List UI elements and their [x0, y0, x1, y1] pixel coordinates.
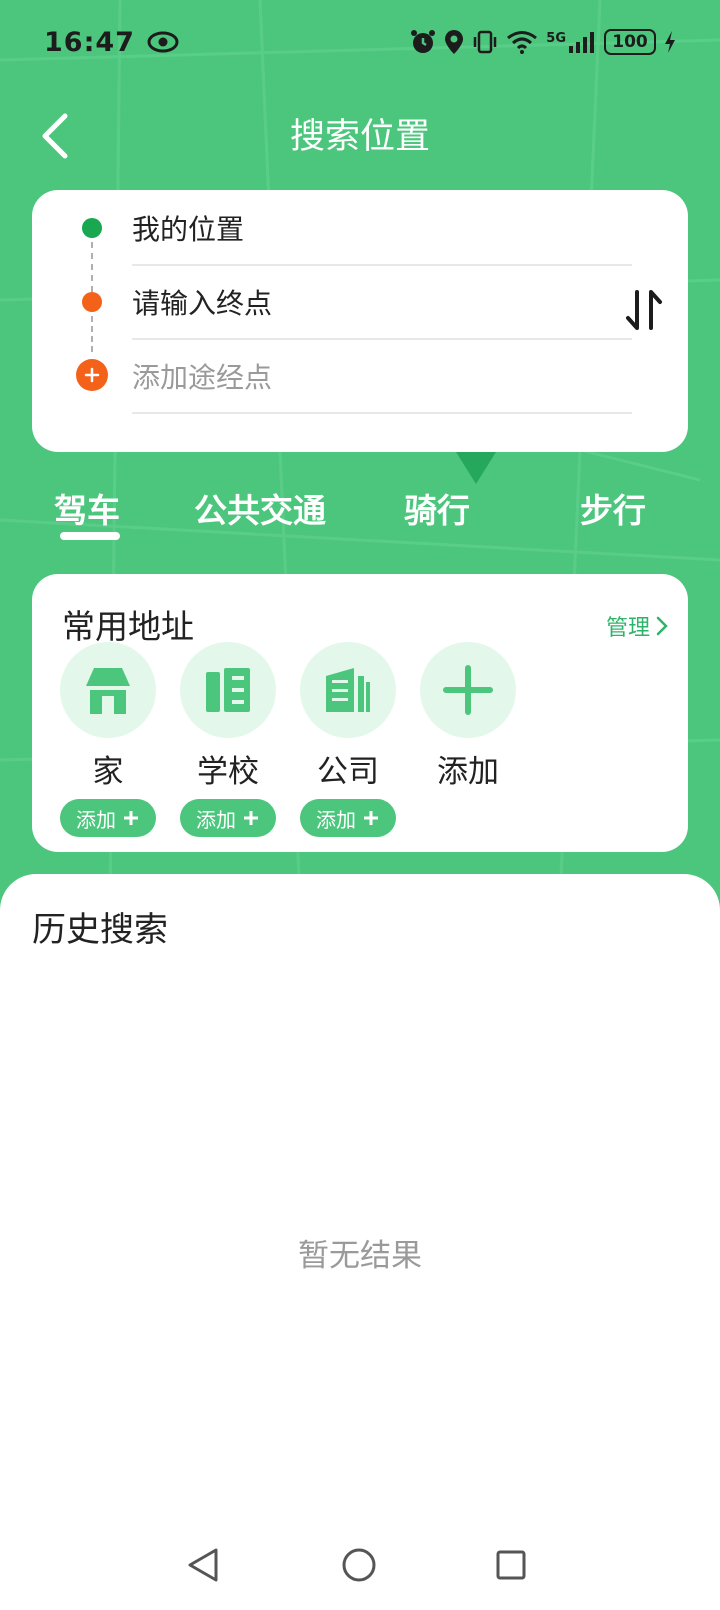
circle-home-icon — [342, 1548, 376, 1582]
add-waypoint-icon[interactable] — [76, 359, 108, 391]
tab-walking[interactable]: 步行 — [580, 484, 646, 532]
add-home-button[interactable]: 添加 — [60, 799, 156, 837]
start-location-row[interactable]: 我的位置 — [32, 190, 632, 266]
vibrate-icon — [474, 30, 497, 54]
manage-label: 管理 — [605, 616, 650, 641]
end-dot-icon — [82, 292, 102, 312]
tab-public-transit[interactable]: 公共交通 — [194, 484, 326, 532]
add-company-button[interactable]: 添加 — [300, 799, 396, 837]
add-school-button[interactable]: 添加 — [180, 799, 276, 837]
system-nav-bar — [0, 1520, 720, 1610]
battery-indicator: 100 — [604, 29, 656, 55]
charging-icon — [665, 31, 675, 53]
plus-icon — [364, 811, 378, 825]
status-icons: 5G 100 — [410, 29, 676, 55]
swap-button[interactable] — [616, 280, 672, 340]
status-bar: 16:47 5G 100 — [0, 0, 720, 84]
travel-mode-tabs: 驾车 公共交通 骑行 步行 — [0, 470, 720, 550]
favorite-company[interactable]: 公司 添加 — [298, 642, 398, 837]
wifi-icon — [507, 31, 538, 54]
status-time: 16:47 — [44, 26, 135, 58]
plus-icon — [124, 811, 138, 825]
route-card: 我的位置 请输入终点 添加途经点 — [32, 190, 688, 452]
header: 搜索位置 — [0, 96, 720, 176]
favorite-home-label: 家 — [92, 754, 124, 790]
history-panel: 历史搜索 暂无结果 — [0, 874, 720, 1610]
alarm-icon — [411, 30, 436, 53]
chevron-right-icon — [656, 616, 668, 636]
nav-recents-button[interactable] — [486, 1540, 536, 1590]
plus-icon — [84, 367, 100, 383]
favorites-title: 常用地址 — [62, 607, 194, 646]
nav-back-button[interactable] — [178, 1540, 228, 1590]
favorite-home[interactable]: 家 添加 — [58, 642, 158, 837]
signal-icon — [569, 32, 594, 53]
tab-driving[interactable]: 驾车 — [54, 484, 120, 532]
tab-cycling[interactable]: 骑行 — [404, 484, 470, 532]
add-school-label: 添加 — [196, 807, 236, 832]
eye-icon — [147, 31, 179, 53]
favorite-company-label: 公司 — [317, 754, 379, 790]
start-location-text: 我的位置 — [132, 213, 245, 246]
destination-input[interactable]: 请输入终点 — [132, 282, 272, 322]
nav-home-button[interactable] — [334, 1540, 384, 1590]
add-favorite[interactable]: 添加 — [418, 642, 518, 791]
battery-level: 100 — [612, 32, 648, 52]
favorite-addresses-card: 常用地址 管理 家 添加 学校 添加 公司 添加 添加 — [32, 574, 688, 852]
history-title: 历史搜索 — [32, 910, 168, 950]
manage-button[interactable]: 管理 — [606, 610, 668, 642]
square-recents-icon — [496, 1550, 526, 1580]
company-icon — [300, 642, 396, 738]
network-type-label: 5G — [546, 31, 566, 46]
triangle-back-icon — [188, 1548, 218, 1582]
page-title: 搜索位置 — [289, 117, 430, 157]
add-company-label: 添加 — [316, 807, 356, 832]
location-icon — [445, 30, 464, 54]
favorite-school-label: 学校 — [197, 754, 259, 790]
empty-state-text: 暂无结果 — [298, 1238, 422, 1274]
swap-icon — [626, 290, 662, 330]
favorite-school[interactable]: 学校 添加 — [178, 642, 278, 837]
divider — [132, 412, 632, 414]
waypoint-input[interactable]: 添加途经点 — [132, 356, 272, 396]
start-dot-icon — [82, 218, 102, 238]
plus-icon — [244, 811, 258, 825]
home-icon — [60, 642, 156, 738]
destination-row[interactable]: 请输入终点 — [32, 264, 632, 340]
add-favorite-label: 添加 — [437, 754, 499, 790]
school-icon — [180, 642, 276, 738]
active-tab-indicator — [60, 532, 120, 540]
add-home-label: 添加 — [76, 807, 116, 832]
add-waypoint-row[interactable]: 添加途经点 — [32, 338, 632, 414]
plus-icon — [420, 642, 516, 738]
